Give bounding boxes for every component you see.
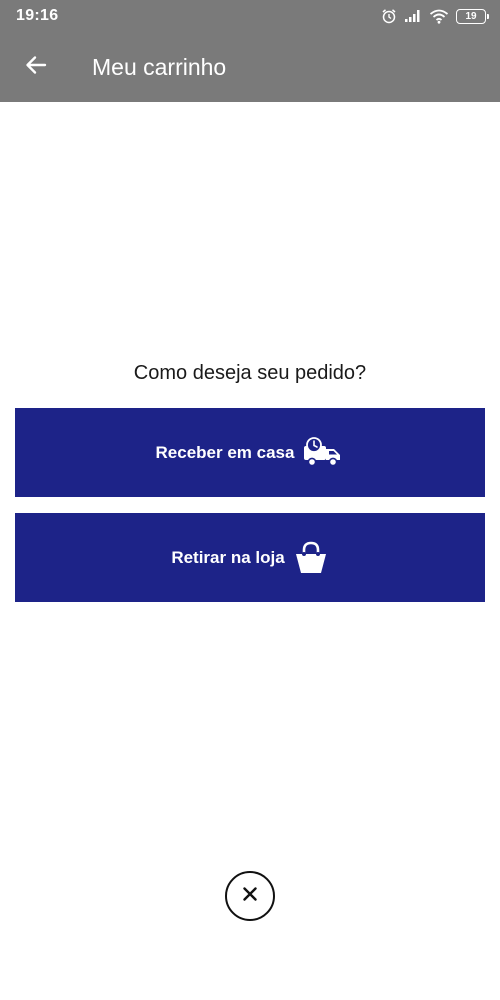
pickup-in-store-button[interactable]: Retirar na loja — [15, 513, 485, 602]
delivery-truck-icon — [302, 436, 344, 469]
close-button[interactable] — [225, 871, 275, 921]
arrow-left-icon — [24, 53, 48, 82]
status-icons: 19 — [381, 8, 489, 24]
battery-icon: 19 — [456, 8, 489, 24]
battery-level: 19 — [465, 10, 477, 22]
signal-icon — [404, 9, 422, 23]
delivery-question: Como deseja seu pedido? — [133, 362, 367, 384]
alarm-icon — [381, 8, 397, 24]
app-bar: Meu carrinho — [0, 32, 500, 102]
back-button[interactable] — [16, 47, 56, 87]
receive-at-home-button[interactable]: Receber em casa — [15, 408, 485, 497]
page-title: Meu carrinho — [92, 53, 227, 80]
pickup-in-store-label: Retirar na loja — [171, 547, 285, 567]
shopping-basket-icon — [293, 540, 329, 576]
status-bar: 19:16 19 — [0, 0, 500, 32]
receive-at-home-label: Receber em casa — [155, 442, 295, 462]
wifi-icon — [429, 9, 449, 24]
close-icon — [242, 886, 258, 907]
status-time: 19:16 — [16, 7, 59, 24]
